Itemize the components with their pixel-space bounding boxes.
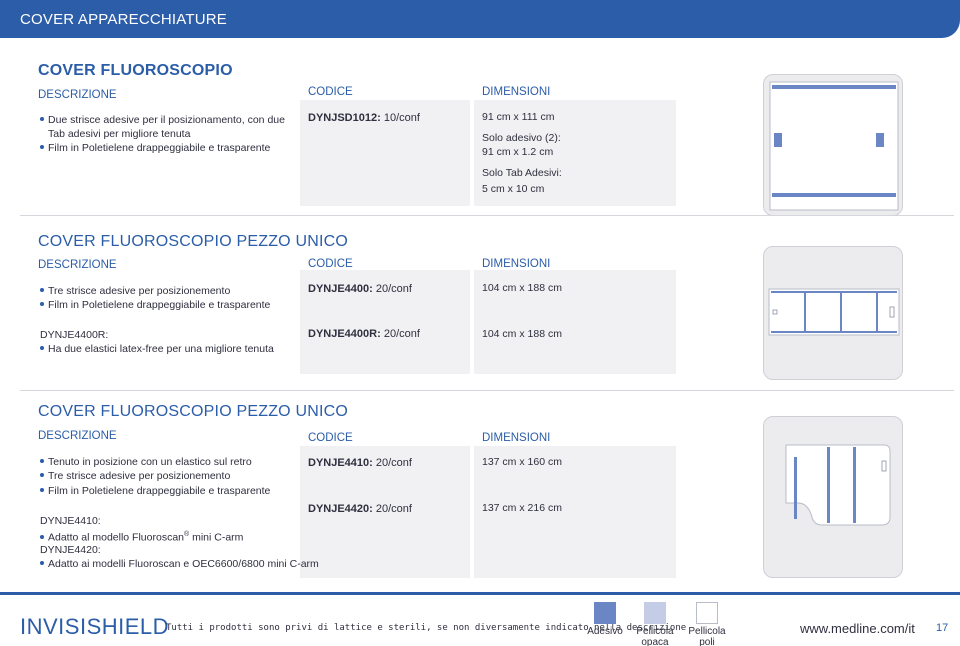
legend-label-adesivo: Adesivo	[587, 626, 623, 637]
section-2-code-2: DYNJE4400R: 20/conf	[308, 328, 420, 340]
section-1-title: COVER FLUOROSCOPIO	[38, 62, 233, 79]
section-2-variant-bullet: Ha due elastici latex-free per una migli…	[40, 342, 274, 356]
section-1-code: DYNJSD1012: 10/conf	[308, 112, 420, 124]
website-link[interactable]: www.medline.com/it	[800, 621, 915, 636]
drape-3-svg	[785, 444, 891, 526]
adhesive-strip	[772, 85, 896, 89]
section-3-code-2: DYNJE4420: 20/conf	[308, 503, 412, 515]
pack-qty: 20/conf	[383, 328, 420, 340]
legend-swatch-pellicola-poli	[696, 602, 718, 624]
section-divider	[20, 390, 954, 391]
section-3-bullet-3: Film in Poletielene drappeggiabile e tra…	[40, 484, 270, 498]
legend-label-pellicola-poli: Pellicola poli	[688, 626, 726, 646]
section-2-code-1: DYNJE4400: 20/conf	[308, 283, 412, 295]
section-2-title: COVER FLUOROSCOPIO PEZZO UNICO	[38, 233, 349, 250]
section-1-col-dim: DIMENSIONI	[482, 86, 551, 98]
adhesive-tab	[774, 133, 782, 147]
section-2-col-code: CODICE	[308, 258, 353, 270]
section-2-dim-1: 104 cm x 188 cm	[482, 282, 562, 294]
section-3-bullet-2: Tre strisce adesive per posizionemento	[40, 469, 230, 483]
section-2-col-desc: DESCRIZIONE	[38, 259, 117, 271]
product-code: DYNJSD1012:	[308, 112, 381, 124]
pack-qty: 20/conf	[375, 503, 412, 515]
header-bar: COVER APPARECCHIATURE	[0, 0, 960, 38]
drape-illustration-1	[763, 74, 903, 216]
section-3-variant-2-label: DYNJE4420:	[40, 544, 101, 556]
pack-qty: 20/conf	[375, 457, 412, 469]
page-number: 17	[936, 622, 949, 634]
section-1-dim-5: 5 cm x 10 cm	[482, 183, 545, 195]
adhesive-strip	[794, 457, 797, 519]
section-3-code-1: DYNJE4410: 20/conf	[308, 457, 412, 469]
section-1-dim-3: 91 cm x 1.2 cm	[482, 146, 554, 158]
legend-swatch-pellicola-opaca	[644, 602, 666, 624]
drape-illustration-3	[763, 416, 903, 578]
drape-1-svg	[769, 81, 899, 211]
brand-name: INVISISHIELD	[20, 614, 170, 639]
section-3-dim-1: 137 cm x 160 cm	[482, 456, 562, 468]
section-2-col-dim: DIMENSIONI	[482, 258, 551, 270]
footer-rule	[0, 592, 960, 595]
section-1-col-desc: DESCRIZIONE	[38, 89, 117, 101]
section-1-dim-4: Solo Tab Adesivi:	[482, 167, 562, 179]
product-code: DYNJE4420:	[308, 503, 373, 515]
adhesive-strip	[771, 331, 897, 333]
section-1-bullet-2: Film in Poletielene drappeggiabile e tra…	[40, 141, 270, 155]
adhesive-strip	[772, 193, 896, 197]
legend-swatch-adesivo	[594, 602, 616, 624]
section-3-dim-2: 137 cm x 216 cm	[482, 502, 562, 514]
section-1-bullet-1-cont: Tab adesivi per migliore tenuta	[48, 128, 191, 140]
adhesive-strip	[840, 293, 842, 331]
section-3-col-dim: DIMENSIONI	[482, 432, 551, 444]
product-code: DYNJE4400R:	[308, 328, 381, 340]
drape-2-svg	[768, 288, 900, 336]
page-title: COVER APPARECCHIATURE	[20, 11, 228, 28]
section-2-variant-label: DYNJE4400R:	[40, 329, 109, 341]
section-3-variant-1-label: DYNJE4410:	[40, 515, 101, 527]
adhesive-strip	[827, 447, 830, 523]
pack-qty: 10/conf	[383, 112, 420, 124]
pack-qty: 20/conf	[375, 283, 412, 295]
adhesive-strip	[804, 293, 806, 331]
section-3-bullet-1: Tenuto in posizione con un elastico sul …	[40, 455, 252, 469]
adhesive-strip	[876, 293, 878, 331]
section-3-title: COVER FLUOROSCOPIO PEZZO UNICO	[38, 403, 349, 420]
drape-illustration-2	[763, 246, 903, 380]
legend-label-pellicola-opaca: Pellicola opaca	[636, 626, 674, 646]
section-3-col-desc: DESCRIZIONE	[38, 430, 117, 442]
variant-1-tail: mini C-arm	[189, 531, 244, 544]
section-2-bullet-1: Tre strisce adesive per posizionemento	[40, 284, 230, 298]
section-divider	[20, 215, 954, 216]
adhesive-tab	[876, 133, 884, 147]
product-code: DYNJE4410:	[308, 457, 373, 469]
adhesive-strip	[771, 291, 897, 293]
variant-1-text: Adatto al modello Fluoroscan	[48, 531, 184, 544]
section-1-bullet-1: Due strisce adesive per il posizionament…	[40, 113, 285, 127]
section-2-dim-2: 104 cm x 188 cm	[482, 328, 562, 340]
adhesive-strip	[853, 447, 856, 523]
section-3-variant-2-bullet: Adatto ai modelli Fluoroscan e OEC6600/6…	[40, 557, 319, 571]
section-3-col-code: CODICE	[308, 432, 353, 444]
section-1-dim-1: 91 cm x 111 cm	[482, 111, 555, 123]
section-2-bullet-2: Film in Poletielene drappeggiabile e tra…	[40, 298, 270, 312]
section-1-col-code: CODICE	[308, 86, 353, 98]
section-1-dim-2: Solo adesivo (2):	[482, 132, 561, 144]
product-code: DYNJE4400:	[308, 283, 373, 295]
